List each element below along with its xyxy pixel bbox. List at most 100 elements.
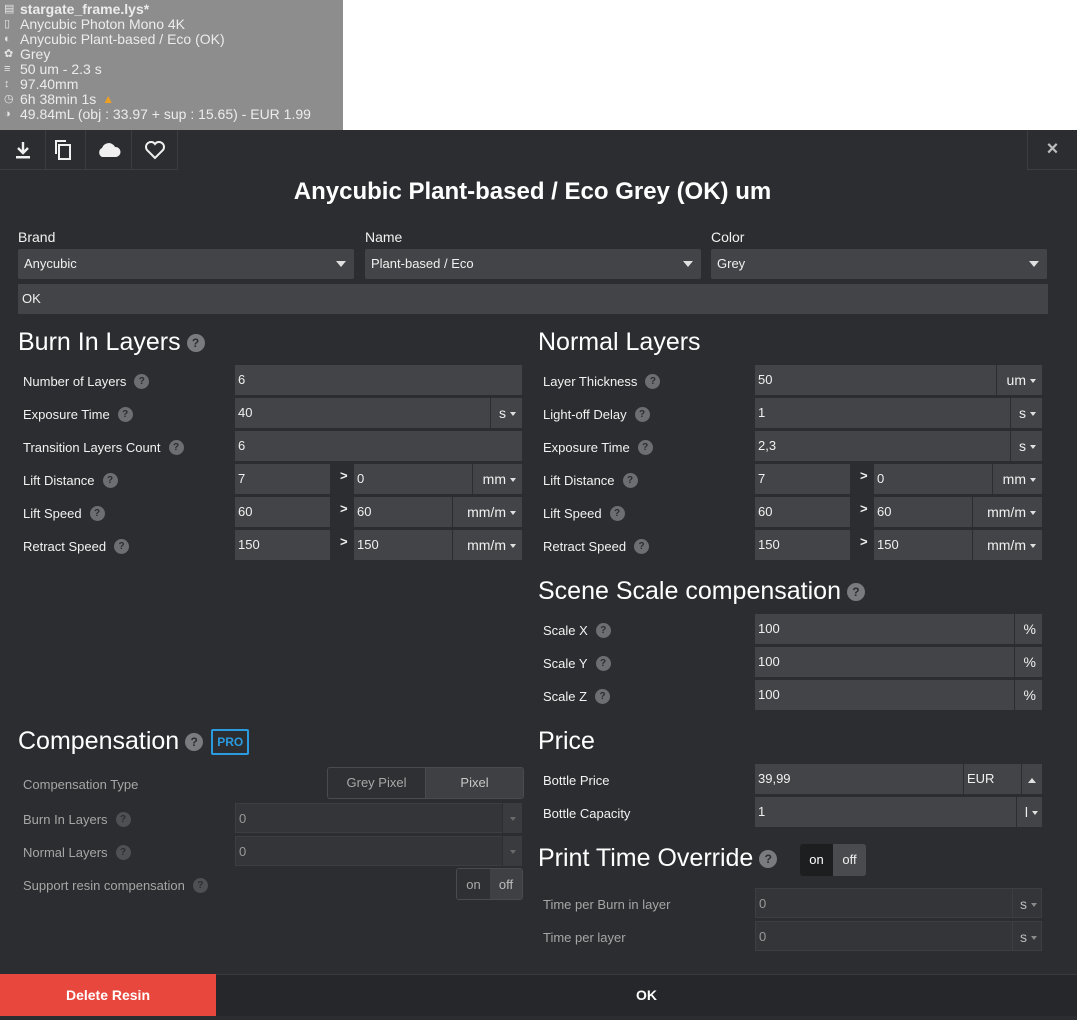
help-icon[interactable]: ? — [89, 505, 105, 521]
cloud-button[interactable] — [86, 130, 132, 170]
help-icon[interactable]: ? — [846, 582, 865, 601]
height-icon: ↕ — [4, 78, 10, 90]
unit-text: mm/m — [987, 537, 1026, 553]
copy-button[interactable] — [40, 130, 86, 170]
burn-exposure-unit-select[interactable]: s — [490, 398, 522, 428]
close-button[interactable]: × — [1027, 130, 1077, 170]
normal-retract-speed-input-b[interactable]: 150 — [874, 530, 972, 560]
name-select[interactable]: Plant-based / Eco — [365, 249, 701, 279]
comp-normal-layers-dropdown[interactable] — [502, 836, 522, 866]
help-icon[interactable]: ? — [102, 472, 118, 488]
label-text: Light-off Delay — [543, 406, 627, 422]
burn-retract-speed-unit-select[interactable]: mm/m — [452, 530, 522, 560]
normal-exposure-input[interactable]: 2,3 — [755, 431, 1010, 461]
help-icon[interactable]: ? — [634, 406, 650, 422]
chevron-down-icon — [510, 511, 516, 516]
comp-normal-layers-input[interactable]: 0 — [235, 836, 503, 866]
time-per-burn-unit-select[interactable]: s — [1012, 888, 1042, 918]
chevron-down-icon — [1030, 544, 1036, 549]
help-icon[interactable]: ? — [115, 811, 131, 827]
normal-lightoff-unit-select[interactable]: s — [1010, 398, 1042, 428]
burn-lift-speed-unit-select[interactable]: mm/m — [452, 497, 522, 527]
ok-button[interactable]: OK — [216, 974, 1077, 1016]
resin-icon: ◐ — [4, 33, 11, 45]
support-compensation-toggle[interactable]: on off — [456, 868, 523, 900]
chevron-down-icon — [1031, 903, 1037, 908]
burn-lift-distance-input-a[interactable]: 7 — [235, 464, 330, 494]
normal-lightoff-input[interactable]: 1 — [755, 398, 1010, 428]
normal-lift-distance-input-a[interactable]: 7 — [755, 464, 850, 494]
comp-burn-layers-input[interactable]: 0 — [235, 803, 503, 833]
help-icon[interactable]: ? — [192, 877, 208, 893]
burn-retract-speed-input-a[interactable]: 150 — [235, 530, 330, 560]
help-icon[interactable]: ? — [114, 538, 130, 554]
arrow-gt: > — [860, 468, 868, 483]
delete-resin-button[interactable]: Delete Resin — [0, 974, 216, 1016]
burn-retract-speed-input-b[interactable]: 150 — [354, 530, 452, 560]
burn-num-layers-input[interactable]: 6 — [235, 365, 522, 395]
help-icon[interactable]: ? — [634, 538, 650, 554]
bottle-price-input[interactable]: 39,99 — [755, 764, 963, 794]
normal-layers-title: Normal Layers — [538, 328, 701, 356]
burn-lift-distance-unit-select[interactable]: mm — [472, 464, 522, 494]
layers-icon: ≡ — [4, 63, 11, 75]
time-per-burn-label: Time per Burn in layer — [543, 896, 671, 912]
currency-spin[interactable] — [1021, 764, 1042, 794]
bottle-capacity-input[interactable]: 1 — [755, 797, 1016, 827]
time-per-layer-input[interactable]: 0 — [755, 921, 1013, 951]
normal-lift-speed-input-a[interactable]: 60 — [755, 497, 850, 527]
help-icon[interactable]: ? — [645, 373, 661, 389]
help-icon[interactable]: ? — [622, 472, 638, 488]
burn-exposure-input[interactable]: 40 — [235, 398, 490, 428]
label-text: Retract Speed — [543, 538, 627, 554]
help-icon[interactable]: ? — [759, 849, 778, 868]
normal-lift-speed-unit-select[interactable]: mm/m — [972, 497, 1042, 527]
currency-select[interactable]: EUR — [963, 764, 1021, 794]
note-field[interactable]: OK — [18, 284, 1048, 314]
scale-z-input[interactable]: 100 — [755, 680, 1014, 710]
name-label: Name — [365, 229, 403, 245]
help-icon[interactable]: ? — [186, 333, 205, 352]
help-icon[interactable]: ? — [595, 655, 611, 671]
help-icon[interactable]: ? — [168, 439, 184, 455]
normal-lift-speed-input-b[interactable]: 60 — [874, 497, 972, 527]
label-text: Support resin compensation — [23, 877, 185, 893]
help-icon[interactable]: ? — [609, 505, 625, 521]
help-icon[interactable]: ? — [115, 844, 131, 860]
normal-exposure-label: Exposure Time? — [543, 438, 653, 456]
chevron-down-icon — [1030, 511, 1036, 516]
grey-pixel-option[interactable]: Grey Pixel — [328, 768, 425, 798]
help-icon[interactable]: ? — [134, 373, 150, 389]
override-on-option[interactable]: on — [800, 844, 833, 876]
time-per-burn-input[interactable]: 0 — [755, 888, 1013, 918]
burn-lift-distance-input-b[interactable]: 0 — [354, 464, 472, 494]
help-icon[interactable]: ? — [595, 622, 611, 638]
normal-thickness-input[interactable]: 50 — [755, 365, 996, 395]
brand-select[interactable]: Anycubic — [18, 249, 354, 279]
burn-lift-speed-input-a[interactable]: 60 — [235, 497, 330, 527]
normal-lift-distance-unit-select[interactable]: mm — [992, 464, 1042, 494]
burn-lift-speed-input-b[interactable]: 60 — [354, 497, 452, 527]
scale-x-input[interactable]: 100 — [755, 614, 1014, 644]
normal-retract-speed-input-a[interactable]: 150 — [755, 530, 850, 560]
help-icon[interactable]: ? — [185, 732, 204, 751]
help-icon[interactable]: ? — [117, 406, 133, 422]
color-select[interactable]: Grey — [711, 249, 1047, 279]
print-time-override-toggle[interactable]: on off — [800, 844, 866, 876]
normal-lift-distance-input-b[interactable]: 0 — [874, 464, 992, 494]
help-icon[interactable]: ? — [637, 439, 653, 455]
support-off-option[interactable]: off — [490, 869, 522, 899]
normal-retract-speed-unit-select[interactable]: mm/m — [972, 530, 1042, 560]
pixel-removal-option[interactable]: Pixel Removal — [425, 768, 523, 798]
burn-transition-input[interactable]: 6 — [235, 431, 522, 461]
bottle-capacity-unit-select[interactable]: l — [1016, 797, 1042, 827]
favorite-button[interactable] — [132, 130, 178, 170]
comp-burn-layers-dropdown[interactable] — [502, 803, 522, 833]
override-off-option[interactable]: off — [833, 844, 866, 876]
time-per-layer-unit-select[interactable]: s — [1012, 921, 1042, 951]
normal-thickness-unit-select[interactable]: um — [996, 365, 1042, 395]
help-icon[interactable]: ? — [595, 688, 611, 704]
support-on-option[interactable]: on — [457, 869, 490, 899]
scale-y-input[interactable]: 100 — [755, 647, 1014, 677]
normal-exposure-unit-select[interactable]: s — [1010, 431, 1042, 461]
